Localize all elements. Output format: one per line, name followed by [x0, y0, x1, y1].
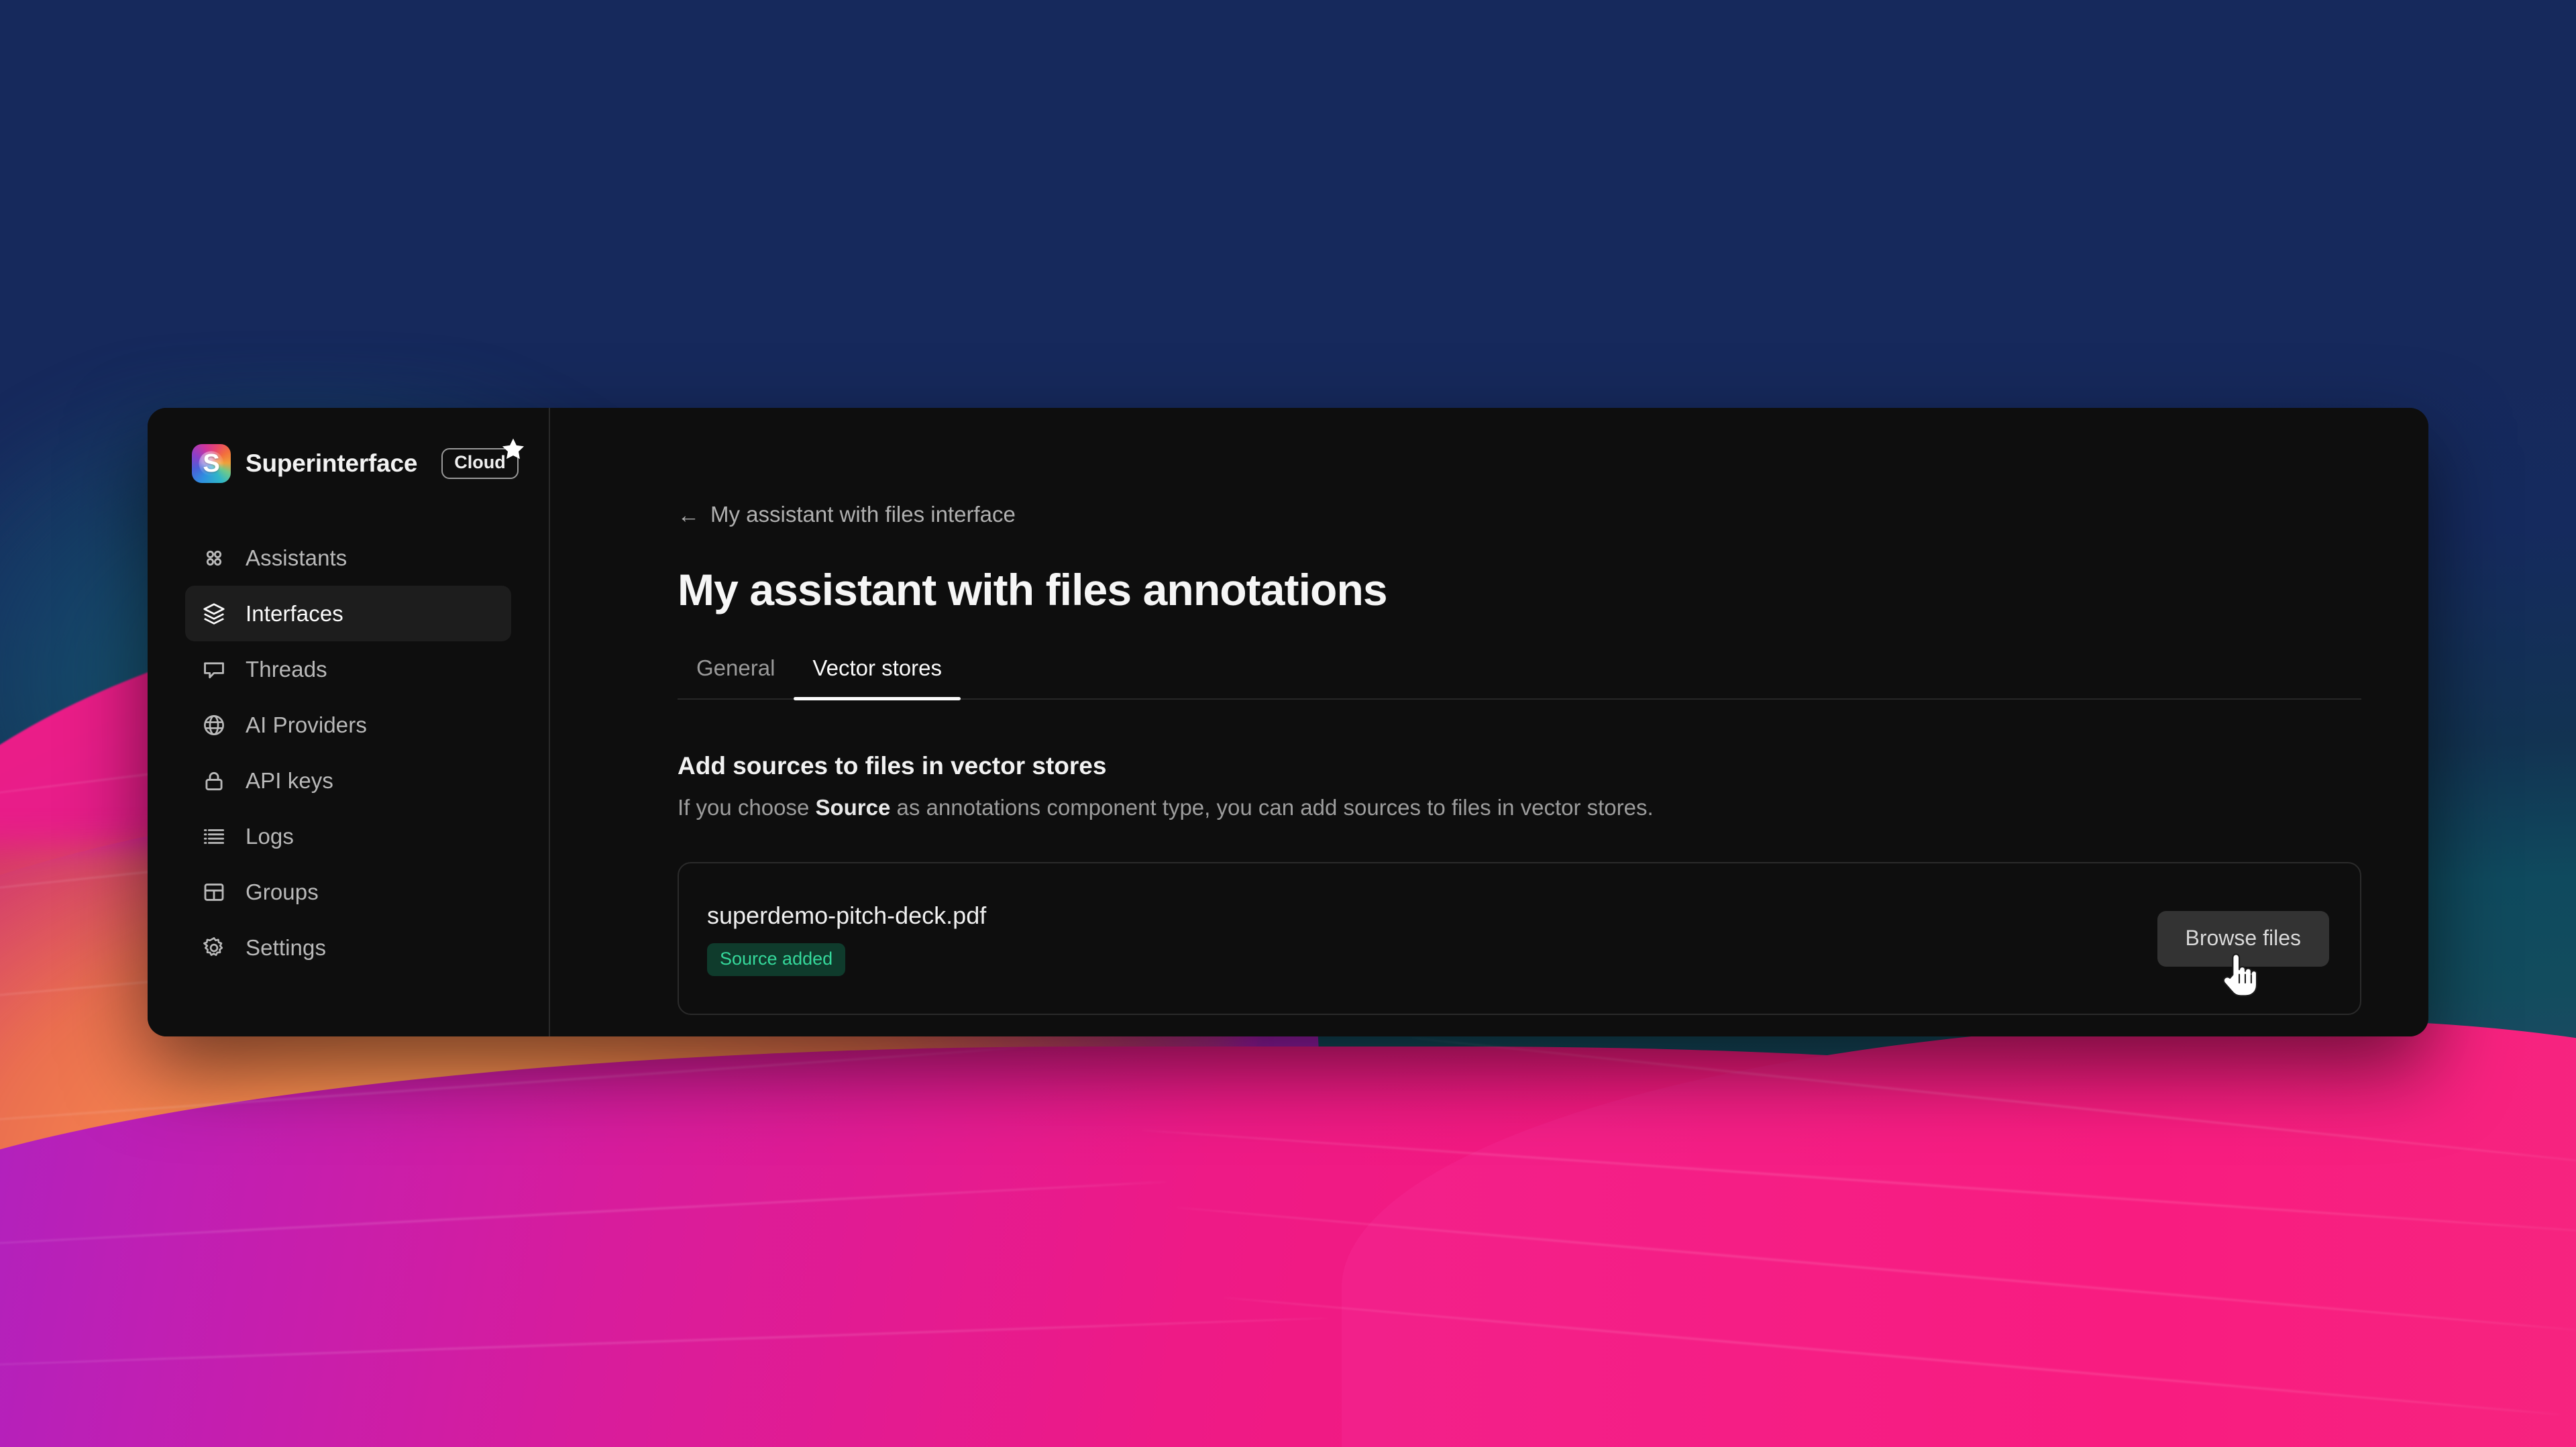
list-icon	[200, 822, 228, 851]
sidebar-item-groups[interactable]: Groups	[185, 864, 511, 920]
layers-icon	[200, 600, 228, 628]
tab-general[interactable]: General	[678, 655, 794, 698]
cloud-badge: Cloud	[441, 438, 524, 479]
sidebar-item-label: Interfaces	[246, 600, 343, 626]
sidebar-nav: Assistants Interfaces Threads AI Provide…	[148, 530, 549, 975]
breadcrumb-label: My assistant with files interface	[710, 502, 1016, 527]
cloud-badge-label: Cloud	[454, 452, 506, 473]
sidebar-item-label: Threads	[246, 656, 327, 682]
sidebar-item-label: Assistants	[246, 545, 347, 570]
sidebar: Superinterface Cloud Assistants	[148, 408, 550, 1036]
globe-icon	[200, 711, 228, 739]
sidebar-item-label: Settings	[246, 934, 327, 960]
section-description: If you choose Source as annotations comp…	[678, 795, 2428, 820]
file-card: superdemo-pitch-deck.pdf Source added Br…	[678, 862, 2361, 1015]
superinterface-logo-icon	[192, 444, 231, 483]
file-name: superdemo-pitch-deck.pdf	[707, 901, 987, 929]
star-icon	[500, 436, 527, 463]
sidebar-item-label: API keys	[246, 767, 334, 793]
file-info: superdemo-pitch-deck.pdf Source added	[707, 902, 986, 976]
brand-name: Superinterface	[246, 449, 418, 477]
main-content: ← My assistant with files interface My a…	[550, 408, 2428, 1036]
table-grid-icon	[200, 878, 228, 906]
sidebar-item-assistants[interactable]: Assistants	[185, 530, 511, 586]
browse-files-button[interactable]: Browse files	[2157, 910, 2329, 967]
brand[interactable]: Superinterface Cloud	[148, 438, 549, 484]
sidebar-item-interfaces[interactable]: Interfaces	[185, 586, 511, 641]
breadcrumb[interactable]: ← My assistant with files interface	[678, 502, 1016, 527]
back-arrow-icon: ←	[678, 502, 700, 527]
sidebar-item-settings[interactable]: Settings	[185, 920, 511, 975]
sidebar-item-label: AI Providers	[246, 712, 367, 737]
tab-vector-stores[interactable]: Vector stores	[794, 655, 961, 700]
sidebar-item-threads[interactable]: Threads	[185, 641, 511, 697]
grid-dots-icon	[200, 544, 228, 572]
section-title: Add sources to files in vector stores	[678, 752, 1107, 780]
chat-bubble-icon	[200, 655, 228, 684]
app-window: Superinterface Cloud Assistants	[148, 408, 2428, 1036]
section-description-after: as annotations component type, you can a…	[890, 795, 1654, 820]
sidebar-item-logs[interactable]: Logs	[185, 808, 511, 864]
sidebar-item-ai-providers[interactable]: AI Providers	[185, 697, 511, 753]
tab-bar: General Vector stores	[678, 655, 2361, 700]
section-description-before: If you choose	[678, 795, 816, 820]
sidebar-item-label: Groups	[246, 879, 319, 904]
page-title: My assistant with files annotations	[678, 565, 1388, 614]
section-description-bold: Source	[815, 795, 891, 820]
lock-icon	[200, 767, 228, 795]
gear-icon	[200, 934, 228, 962]
sidebar-item-label: Logs	[246, 823, 294, 849]
sidebar-item-api-keys[interactable]: API keys	[185, 753, 511, 808]
status-badge: Source added	[707, 943, 846, 976]
